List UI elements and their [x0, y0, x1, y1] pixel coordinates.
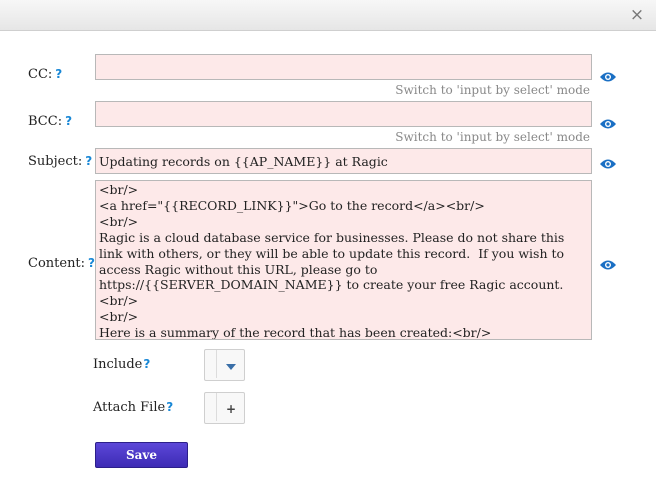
subject-label-text: Subject:	[28, 154, 83, 169]
content-label: Content:?	[20, 256, 98, 271]
cc-help-icon[interactable]: ?	[55, 67, 62, 81]
include-label: Include?	[93, 357, 150, 372]
cc-label: CC:?	[20, 67, 98, 82]
attach-file-help-icon[interactable]: ?	[166, 400, 173, 414]
bcc-switch-mode-link[interactable]: Switch to 'input by select' mode	[395, 130, 590, 144]
close-icon[interactable]: ×	[628, 6, 646, 24]
subject-input[interactable]	[95, 148, 592, 174]
attach-file-button[interactable]: +	[204, 392, 245, 424]
include-label-text: Include	[93, 357, 143, 372]
include-help-icon[interactable]: ?	[143, 357, 150, 371]
plus-icon: +	[225, 402, 237, 416]
attach-file-label-text: Attach File	[93, 400, 166, 415]
content-help-icon[interactable]: ?	[88, 256, 95, 270]
bcc-input[interactable]	[95, 101, 592, 127]
attach-file-label: Attach File?	[93, 400, 173, 415]
cc-visibility-eye-icon[interactable]	[599, 68, 617, 82]
content-visibility-eye-icon[interactable]	[599, 256, 617, 270]
cc-input[interactable]	[95, 54, 592, 80]
include-dropdown-divider	[216, 350, 217, 378]
cc-label-text: CC:	[28, 67, 53, 82]
cc-switch-mode-link[interactable]: Switch to 'input by select' mode	[395, 83, 590, 97]
subject-visibility-eye-icon[interactable]	[599, 155, 617, 169]
subject-help-icon[interactable]: ?	[85, 154, 92, 168]
bcc-label: BCC:?	[20, 114, 98, 129]
bcc-label-text: BCC:	[28, 114, 63, 129]
content-label-text: Content:	[28, 256, 86, 271]
content-textarea[interactable]: <br/> <a href="{{RECORD_LINK}}">Go to th…	[95, 180, 592, 340]
bcc-help-icon[interactable]: ?	[65, 114, 72, 128]
dialog-titlebar: ×	[0, 0, 656, 31]
subject-label: Subject:?	[20, 154, 98, 169]
bcc-visibility-eye-icon[interactable]	[599, 115, 617, 129]
save-button[interactable]: Save	[95, 442, 188, 468]
include-dropdown-button[interactable]	[204, 349, 245, 381]
attach-file-divider	[216, 393, 217, 421]
chevron-down-icon	[222, 357, 240, 375]
